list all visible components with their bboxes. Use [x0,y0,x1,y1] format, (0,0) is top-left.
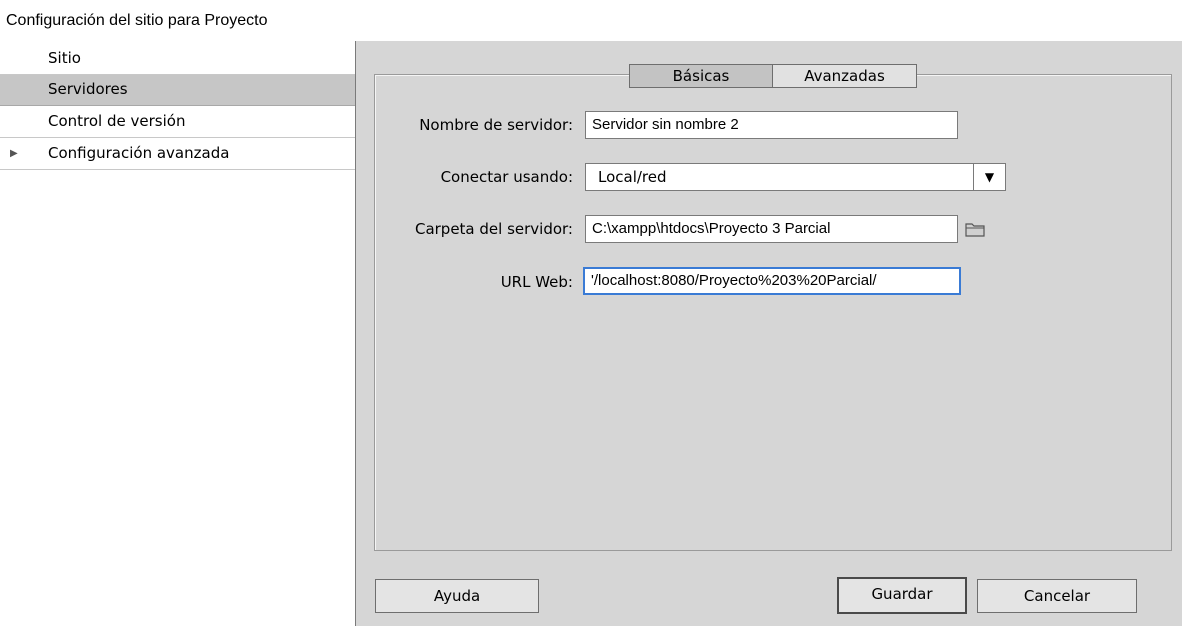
connect-using-label: Conectar usando: [440,168,573,186]
sidebar-item-servidores[interactable]: Servidores [0,75,355,106]
help-button[interactable]: Ayuda [375,579,539,613]
server-folder-input[interactable]: C:\xampp\htdocs\Proyecto 3 Parcial [585,215,958,243]
url-web-input[interactable]: '/localhost:8080/Proyecto%203%20Parcial/ [583,267,961,295]
expand-arrow-icon[interactable]: ▶ [10,139,18,168]
server-folder-label: Carpeta del servidor: [414,220,573,238]
sidebar-item-sitio[interactable]: Sitio [0,44,355,75]
url-web-label: URL Web: [500,273,573,291]
sidebar-item-label: Sitio [48,49,81,67]
sidebar-item-label: Control de versión [48,112,186,130]
server-groupbox [374,74,1172,551]
server-name-label: Nombre de servidor: [419,116,573,134]
connect-using-select[interactable]: Local/red ▼ [585,163,1006,191]
tab-avanzadas[interactable]: Avanzadas [773,64,917,88]
tab-bar: Básicas Avanzadas [629,64,917,90]
tab-basicas[interactable]: Básicas [629,64,773,88]
connect-using-value: Local/red [598,168,667,186]
settings-panel: Básicas Avanzadas Nombre de servidor: Se… [355,41,1182,626]
server-name-input[interactable]: Servidor sin nombre 2 [585,111,958,139]
window-title: Configuración del sitio para Proyecto [6,12,268,29]
folder-icon[interactable] [965,221,985,237]
chevron-down-icon[interactable]: ▼ [973,164,1005,190]
sidebar-item-configuracion-avanzada[interactable]: ▶ Configuración avanzada [0,139,355,170]
sidebar-item-label: Configuración avanzada [48,144,230,162]
sidebar-item-label: Servidores [48,80,128,98]
sidebar-item-control-version[interactable]: Control de versión [0,107,355,138]
save-button[interactable]: Guardar [837,577,967,614]
cancel-button[interactable]: Cancelar [977,579,1137,613]
